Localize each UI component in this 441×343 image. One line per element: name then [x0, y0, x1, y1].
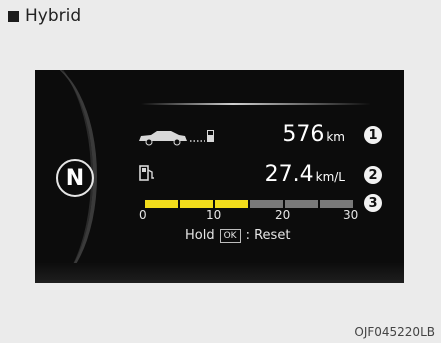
fuel-pump-icon [139, 165, 154, 181]
bar-segment-divider [318, 200, 320, 208]
bar-tick-10 [213, 200, 215, 208]
fuel-economy-row: 27.4 km/L 2 [135, 162, 385, 192]
car-icon [139, 130, 214, 146]
hold-text: Hold [185, 228, 215, 243]
gear-indicator: N [56, 159, 94, 197]
divider-line [141, 103, 371, 105]
distance-to-empty: 576 km [282, 122, 345, 147]
tick-label-30: 30 [343, 208, 359, 222]
tick-label-20: 20 [275, 208, 291, 222]
bar-tick-30 [353, 200, 355, 208]
bar-tick-0 [143, 200, 145, 208]
range-unit: km [326, 130, 345, 144]
callout-3: 3 [364, 194, 382, 212]
figure-code: OJF045220LB [354, 325, 435, 339]
fuel-economy-number: 27.4 [264, 162, 314, 187]
callout-1-label: 1 [368, 127, 378, 143]
callout-1: 1 [364, 126, 382, 144]
average-fuel-economy: 27.4 km/L [265, 162, 345, 187]
bullet-square-icon [8, 10, 19, 22]
gear-letter: N [65, 165, 85, 191]
bar-fill [143, 200, 249, 208]
section-title: Hybrid [25, 6, 82, 26]
callout-2-label: 2 [368, 167, 378, 183]
bar-tick-20 [283, 200, 285, 208]
reset-hint: Hold OK : Reset [185, 228, 290, 243]
tick-label-0: 0 [139, 208, 147, 222]
bar-segment-divider [178, 200, 180, 208]
bar-segment-divider [248, 200, 250, 208]
instrument-cluster-display: N 576 km 1 27.4 km/L 2 3 0 10 20 30 Hold… [35, 70, 404, 283]
callout-2: 2 [364, 166, 382, 184]
tick-label-10: 10 [206, 208, 222, 222]
display-bottom-band [35, 263, 404, 283]
range-number: 576 [282, 122, 325, 147]
reset-text: : Reset [245, 228, 291, 243]
section-header: Hybrid [8, 6, 81, 26]
range-row: 576 km 1 [135, 120, 385, 150]
fuel-economy-bar [143, 198, 355, 210]
ok-button-glyph: OK [219, 228, 241, 243]
fuel-economy-unit: km/L [315, 170, 345, 184]
callout-3-label: 3 [368, 195, 378, 211]
